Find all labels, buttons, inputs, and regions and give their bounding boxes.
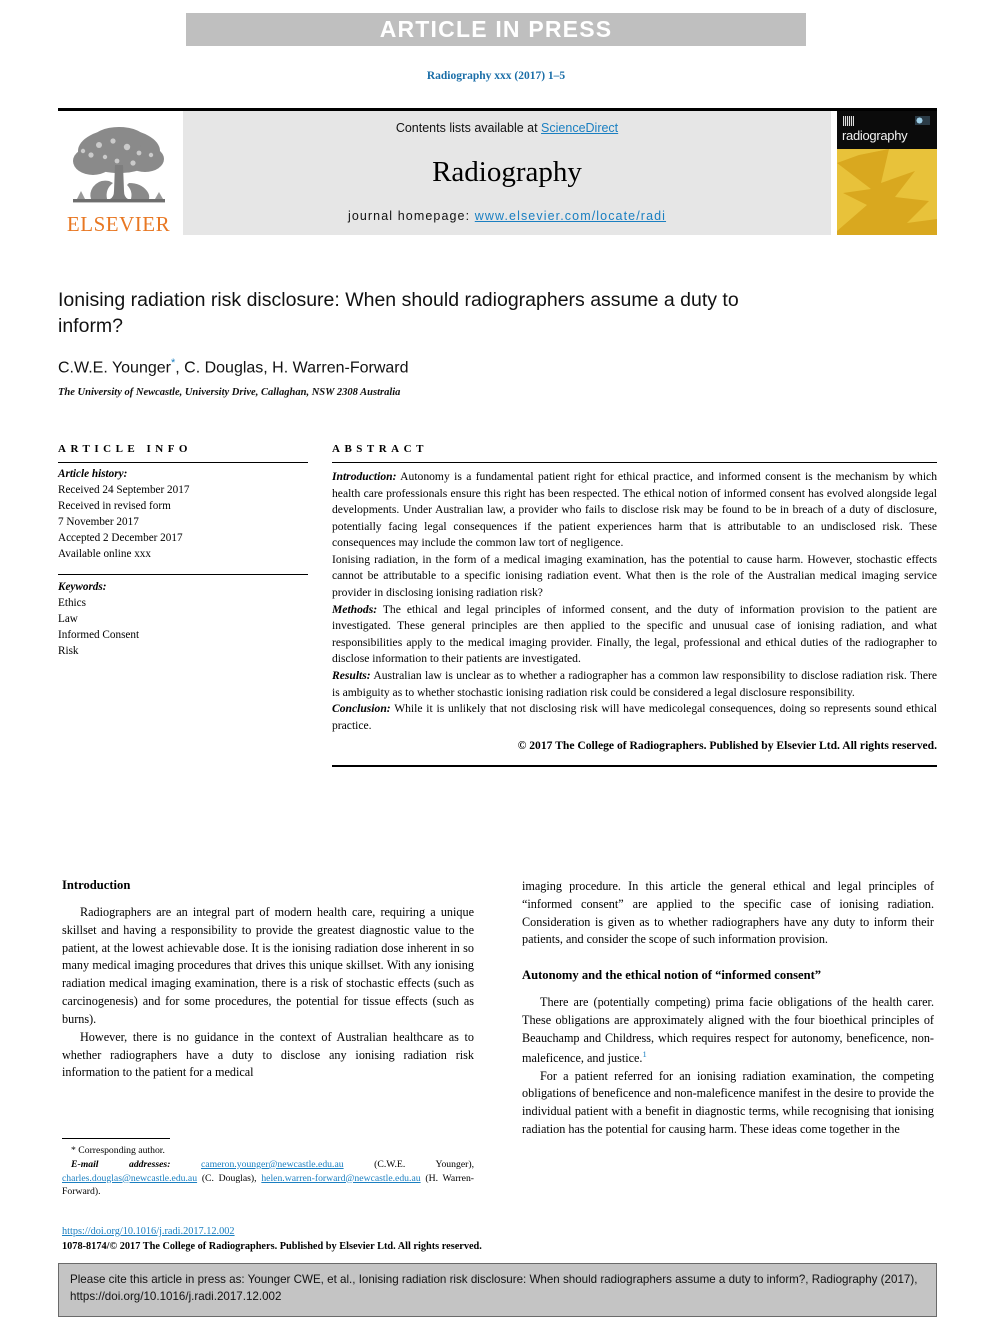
abstract-section-text: The ethical and legal principles of info… <box>332 602 937 666</box>
email-link[interactable]: charles.douglas@newcastle.edu.au <box>62 1173 197 1184</box>
abstract-section: Methods: The ethical and legal principle… <box>332 602 937 668</box>
journal-title: Radiography <box>432 155 582 188</box>
article-history-block: Article history: Received 24 September 2… <box>58 463 308 562</box>
body-columns: Introduction Radiographers are an integr… <box>62 878 934 1139</box>
corresponding-author-note: * Corresponding author. <box>62 1144 474 1158</box>
cover-artwork <box>837 149 937 235</box>
cover-starburst-icon <box>837 149 937 235</box>
affiliation: The University of Newcastle, University … <box>58 386 401 398</box>
email-link[interactable]: helen.warren-forward@newcastle.edu.au <box>261 1173 420 1184</box>
abstract-section-head: Methods: <box>332 602 378 616</box>
footnote-divider <box>62 1138 170 1139</box>
page-title: Ionising radiation risk disclosure: When… <box>58 289 739 337</box>
section-heading-autonomy: Autonomy and the ethical notion of “info… <box>522 968 822 983</box>
body-column-right: imaging procedure. In this article the g… <box>522 878 934 1139</box>
body-paragraph: For a patient referred for an ionising r… <box>522 1068 934 1136</box>
citation-reference-link[interactable]: 1 <box>642 1049 646 1059</box>
asterisk-icon: * <box>71 1145 76 1156</box>
article-in-press-label: ARTICLE IN PRESS <box>379 16 613 42</box>
author-rest: , C. Douglas, H. Warren-Forward <box>175 359 409 377</box>
abstract-section-head: Results: <box>332 668 371 682</box>
body-paragraph: However, there is no guidance in the con… <box>62 1029 474 1080</box>
abstract-label: ABSTRACT <box>332 443 428 455</box>
elsevier-wordmark: ELSEVIER <box>66 212 171 236</box>
masthead-center-panel: Contents lists available at ScienceDirec… <box>183 111 831 235</box>
history-item: Available online xxx <box>58 547 151 560</box>
abstract-bottom-rule <box>332 764 937 767</box>
email-link[interactable]: cameron.younger@newcastle.edu.au <box>201 1159 344 1170</box>
abstract-section-text: While it is unlikely that not disclosing… <box>332 702 937 732</box>
abstract-section: Introduction: Autonomy is a fundamental … <box>332 469 937 552</box>
title-block: Ionising radiation risk disclosure: When… <box>58 288 937 398</box>
history-item: Received 24 September 2017 <box>58 483 190 496</box>
contents-available-line: Contents lists available at ScienceDirec… <box>396 121 618 135</box>
journal-homepage-line: journal homepage: www.elsevier.com/locat… <box>348 209 666 223</box>
author-first: C.W.E. Younger <box>58 359 171 377</box>
abstract-section-head: Introduction: <box>332 470 397 483</box>
issn-copyright-line: 1078-8174/© 2017 The College of Radiogra… <box>62 1241 482 1253</box>
body-paragraph-text: There are (potentially competing) prima … <box>522 995 934 1065</box>
sciencedirect-link[interactable]: ScienceDirect <box>541 121 618 135</box>
body-paragraph-continued: imaging procedure. In this article the g… <box>522 879 934 947</box>
body-column-left: Introduction Radiographers are an integr… <box>62 878 474 1139</box>
cover-barcode-icon <box>843 116 854 126</box>
email-owner: (C.W.E. Younger) <box>374 1158 472 1170</box>
abstract-column: ABSTRACT Introduction: Autonomy is a fun… <box>332 443 937 767</box>
contents-available-prefix: Contents lists available at <box>395 121 542 135</box>
corresponding-author-text: Corresponding author. <box>78 1145 165 1156</box>
journal-masthead: ELSEVIER Contents lists available at Sci… <box>58 108 937 235</box>
keyword-item: Informed Consent <box>58 629 140 642</box>
journal-cover-thumbnail: radiography <box>837 111 937 235</box>
running-head: Radiography xxx (2017) 1–5 <box>426 70 566 82</box>
keyword-item: Law <box>58 613 78 626</box>
history-item: Received in revised form <box>58 499 171 512</box>
body-paragraph: There are (potentially competing) prima … <box>522 994 934 1067</box>
abstract-section-text: Autonomy is a fundamental patient right … <box>332 470 937 550</box>
abstract-section: Results: Australian law is unclear as to… <box>332 668 937 701</box>
abstract-body: Introduction: Autonomy is a fundamental … <box>332 463 937 755</box>
info-abstract-region: ARTICLE INFO Article history: Received 2… <box>58 443 937 767</box>
journal-homepage-link[interactable]: www.elsevier.com/locate/radi <box>475 209 666 223</box>
elsevier-logo: ELSEVIER <box>58 111 179 235</box>
email-owner: (C. Douglas) <box>201 1172 255 1184</box>
keywords-block: Keywords: Ethics Law Informed Consent Ri… <box>58 574 308 660</box>
footnote-block: * Corresponding author. E-mail addresses… <box>62 1138 474 1199</box>
abstract-section-head: Conclusion: <box>332 702 391 716</box>
cover-society-logo-icon <box>915 116 930 125</box>
body-paragraph: Radiographers are an integral part of mo… <box>62 905 474 1026</box>
email-addresses-note: E-mail addresses: cameron.younger@newcas… <box>62 1158 475 1198</box>
abstract-section-text: Australian law is unclear as to whether … <box>332 668 937 699</box>
abstract-section: Ionising radiation, in the form of a med… <box>332 552 937 602</box>
cite-article-text: Please cite this article in press as: Yo… <box>70 1273 918 1303</box>
author-list: C.W.E. Younger*, C. Douglas, H. Warren-F… <box>58 357 937 377</box>
abstract-section-text: Ionising radiation, in the form of a med… <box>332 552 937 600</box>
cite-article-box: Please cite this article in press as: Yo… <box>58 1263 937 1317</box>
article-history-heading: Article history: <box>58 468 128 480</box>
section-heading-introduction: Introduction <box>62 878 131 892</box>
article-in-press-banner: ARTICLE IN PRESS <box>186 13 806 46</box>
article-info-column: ARTICLE INFO Article history: Received 2… <box>58 443 308 767</box>
cover-header-band: radiography <box>837 111 937 149</box>
doi-link[interactable]: https://doi.org/10.1016/j.radi.2017.12.0… <box>62 1226 235 1237</box>
cover-journal-title: radiography <box>842 128 908 143</box>
doi-issn-block: https://doi.org/10.1016/j.radi.2017.12.0… <box>62 1224 562 1255</box>
keyword-item: Risk <box>58 645 79 658</box>
article-info-label: ARTICLE INFO <box>58 443 192 455</box>
keyword-item: Ethics <box>58 597 86 610</box>
abstract-section: Conclusion: While it is unlikely that no… <box>332 701 937 734</box>
journal-homepage-prefix: journal homepage: <box>347 209 475 223</box>
history-item: Accepted 2 December 2017 <box>58 531 183 544</box>
elsevier-tree-icon <box>69 125 169 213</box>
keywords-heading: Keywords: <box>58 581 107 594</box>
history-item: 7 November 2017 <box>58 515 139 528</box>
email-addresses-label: E-mail addresses: <box>71 1158 171 1170</box>
abstract-copyright: © 2017 The College of Radiographers. Pub… <box>517 739 937 753</box>
